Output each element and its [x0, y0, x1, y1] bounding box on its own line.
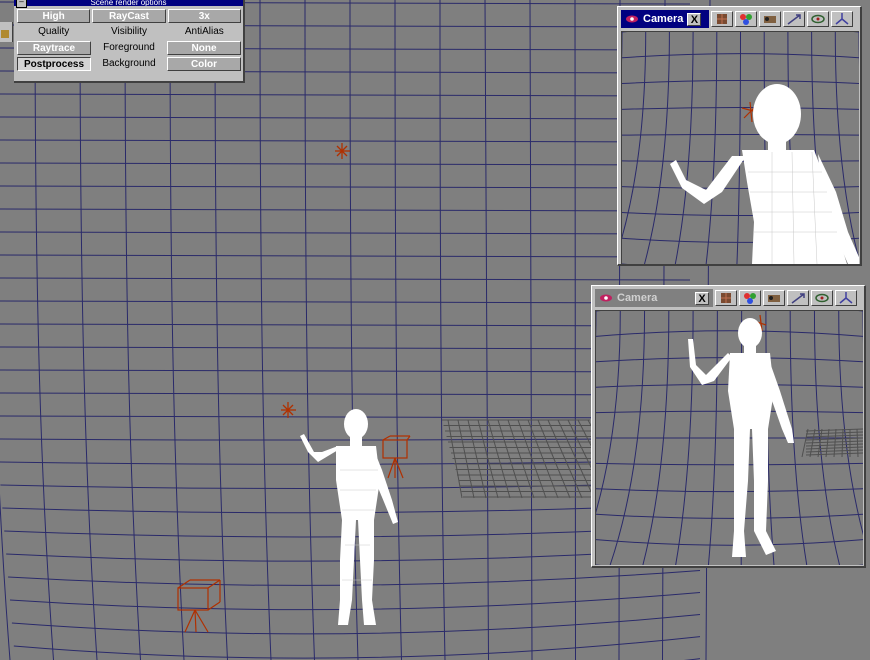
- option-3x-button[interactable]: 3x: [167, 9, 241, 23]
- palette-tool-button[interactable]: [739, 290, 761, 306]
- camera-title-label: Camera: [643, 13, 684, 25]
- pan-tool-button[interactable]: [787, 290, 809, 306]
- tool-handle-icon: [1, 30, 9, 38]
- orbit-icon: [811, 14, 825, 24]
- render-options-grid: High RayCast 3x Quality Visibility AntiAlias R…: [16, 8, 242, 72]
- close-button[interactable]: X: [687, 12, 702, 26]
- texture-tool-button[interactable]: [711, 11, 733, 27]
- option-raycast-button[interactable]: RayCast: [92, 9, 166, 23]
- render-options-row: Raytrace Foreground None: [16, 40, 242, 56]
- reel-tool-button[interactable]: [759, 11, 781, 27]
- option-none-button[interactable]: None: [167, 41, 241, 55]
- orbit-icon: [815, 293, 829, 303]
- orbit-tool-button[interactable]: [807, 11, 829, 27]
- orbit-tool-button[interactable]: [811, 290, 833, 306]
- reel-icon: [768, 295, 780, 302]
- option-high-button[interactable]: High: [17, 9, 91, 23]
- camera-titlebar[interactable]: Camera X: [621, 10, 853, 28]
- camera-title[interactable]: Camera X: [595, 289, 713, 307]
- palette-icon: [744, 293, 756, 304]
- camera-window-inactive[interactable]: Camera X: [591, 285, 866, 568]
- texture-icon: [717, 14, 727, 24]
- axis-tool-button[interactable]: [831, 11, 853, 27]
- close-button[interactable]: X: [695, 291, 709, 305]
- render-options-row: High RayCast 3x: [16, 8, 242, 24]
- render-options-row: Postprocess Background Color: [16, 56, 242, 72]
- axis-icon: [835, 13, 849, 25]
- palette-icon: [740, 14, 752, 25]
- palette-tool-button[interactable]: [735, 11, 757, 27]
- camera-viewport[interactable]: [621, 31, 859, 264]
- render-options-row: Quality Visibility AntiAlias: [16, 24, 242, 40]
- human-figure-closeup[interactable]: [670, 84, 859, 264]
- pan-icon: [791, 293, 805, 304]
- option-foreground-button[interactable]: Foreground: [93, 41, 165, 55]
- texture-icon: [721, 293, 731, 303]
- panel-title: Scene render options: [14, 0, 243, 6]
- reel-icon: [764, 16, 776, 23]
- option-postprocess-button[interactable]: Postprocess: [17, 57, 91, 71]
- collapse-button[interactable]: –: [16, 0, 27, 8]
- option-raytrace-button[interactable]: Raytrace: [17, 41, 91, 55]
- reel-tool-button[interactable]: [763, 290, 785, 306]
- option-background-button[interactable]: Background: [93, 57, 165, 71]
- option-antialias-button[interactable]: AntiAlias: [167, 25, 241, 39]
- ground-plane-grid: [801, 428, 863, 458]
- camera-title-label: Camera: [617, 292, 658, 304]
- axis-icon: [839, 292, 853, 304]
- option-visibility-button[interactable]: Visibility: [92, 25, 166, 39]
- eye-icon: [626, 15, 638, 23]
- camera-grid: [596, 311, 863, 565]
- camera-viewport[interactable]: [595, 310, 863, 565]
- camera-title[interactable]: Camera X: [621, 10, 709, 28]
- pan-tool-button[interactable]: [783, 11, 805, 27]
- axis-tool-button[interactable]: [835, 290, 857, 306]
- eye-icon: [600, 294, 612, 302]
- option-color-button[interactable]: Color: [167, 57, 241, 71]
- pan-icon: [787, 14, 801, 25]
- tool-strip-item[interactable]: [0, 22, 13, 42]
- camera-titlebar[interactable]: Camera X: [595, 289, 857, 307]
- camera-window-active[interactable]: Camera X: [617, 6, 862, 266]
- option-quality-button[interactable]: Quality: [17, 25, 91, 39]
- texture-tool-button[interactable]: [715, 290, 737, 306]
- render-options-panel: Scene render options – High RayCast 3x Qual…: [14, 0, 245, 83]
